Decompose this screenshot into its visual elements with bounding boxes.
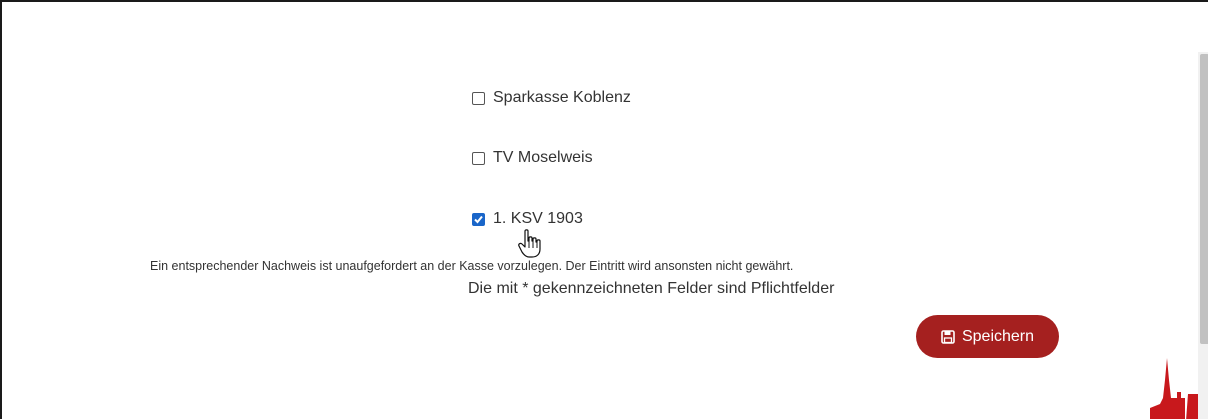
floppy-disk-icon (941, 329, 955, 344)
option-label: Sparkasse Koblenz (493, 89, 631, 106)
option-label: TV Moselweis (493, 149, 593, 166)
save-button[interactable]: Speichern (916, 315, 1059, 358)
checkbox[interactable] (472, 91, 485, 105)
option-label: 1. KSV 1903 (493, 210, 583, 227)
page-frame: Sparkasse Koblenz TV Moselweis 1. KSV 19… (0, 0, 1208, 419)
checkbox[interactable] (472, 212, 485, 226)
option-1-ksv-1903[interactable]: 1. KSV 1903 (472, 208, 583, 230)
checkbox[interactable] (472, 151, 485, 165)
red-tower-decoration (1150, 358, 1198, 419)
save-button-label: Speichern (961, 327, 1035, 345)
scrollbar-thumb[interactable] (1200, 54, 1208, 344)
required-fields-note: Die mit * gekennzeichneten Felder sind P… (468, 280, 835, 297)
option-sparkasse-koblenz[interactable]: Sparkasse Koblenz (472, 87, 631, 109)
option-tv-moselweis[interactable]: TV Moselweis (472, 147, 593, 169)
top-strip (2, 2, 1208, 52)
notice-text: Ein entsprechender Nachweis ist unaufgef… (150, 259, 794, 273)
hand-cursor-icon (518, 229, 541, 258)
